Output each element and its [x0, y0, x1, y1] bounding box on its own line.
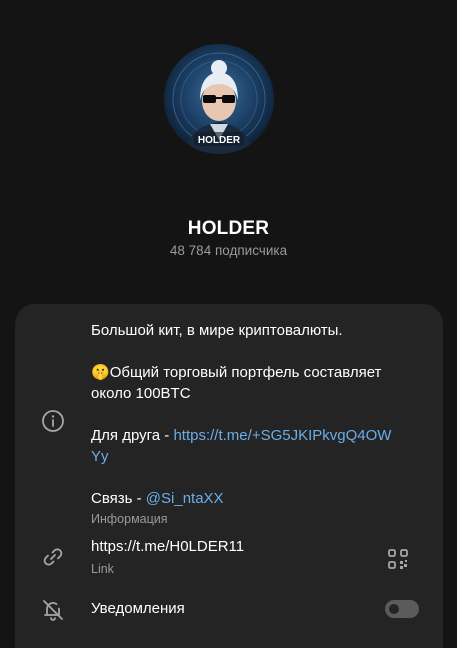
subscriber-count: 48 784 подписчика — [169, 243, 288, 258]
contact-username-link[interactable]: @Si_ntaXX — [146, 490, 224, 507]
description-line-2: 🤫Общий торговый портфель составляет — [91, 364, 382, 381]
info-label: Информация — [91, 512, 168, 526]
notifications-toggle[interactable] — [385, 600, 419, 618]
description-line-1: Большой кит, в мире криптовалюты. — [91, 322, 343, 339]
channel-link-label: Link — [91, 562, 114, 576]
friend-invite-link[interactable]: https://t.me/+SG5JKIPkvgQ4OW — [173, 427, 391, 444]
qr-code-icon[interactable] — [387, 548, 409, 570]
channel-info-card: Большой кит, в мире криптовалюты. 🤫Общий… — [15, 304, 443, 648]
avatar-text: HOLDER — [198, 135, 241, 146]
channel-description: Большой кит, в мире криптовалюты. 🤫Общий… — [91, 320, 431, 530]
toggle-knob — [387, 602, 401, 616]
friend-link-line: Для друга - https://t.me/+SG5JKIPkvgQ4OW — [91, 427, 392, 444]
bell-off-icon — [40, 597, 66, 623]
contact-line: Связь - @Si_ntaXX — [91, 490, 224, 507]
channel-link[interactable]: https://t.me/H0LDER11 — [91, 538, 244, 555]
channel-avatar[interactable]: HOLDER — [164, 44, 274, 154]
info-icon — [40, 408, 66, 434]
link-icon — [40, 544, 66, 570]
description-line-3: около 100BTC — [91, 385, 191, 402]
notifications-label: Уведомления — [91, 600, 185, 617]
friend-invite-link-cont[interactable]: Yy — [91, 446, 431, 467]
shush-emoji: 🤫 — [91, 364, 110, 381]
channel-title: HOLDER — [187, 218, 270, 239]
